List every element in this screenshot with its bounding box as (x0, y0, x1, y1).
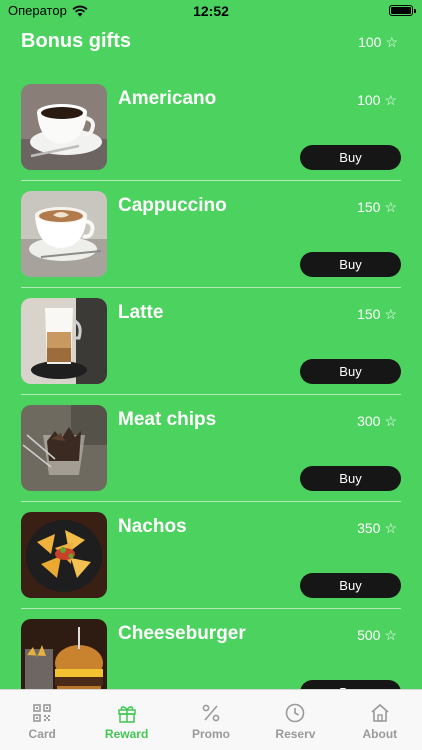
item-name: Meat chips (118, 409, 217, 430)
gift-item-nachos: Nachos 350 ☆ Buy (21, 512, 401, 619)
tab-reserv[interactable]: Reserv (253, 690, 337, 750)
tab-label: Promo (192, 727, 231, 741)
price-value: 500 (357, 627, 381, 643)
price-value: 350 (357, 520, 381, 536)
tab-label: About (362, 727, 398, 741)
buy-button-cappuccino[interactable]: Buy (300, 252, 401, 277)
star-icon: ☆ (384, 520, 397, 536)
home-icon (371, 703, 389, 722)
item-price: 350 ☆ (357, 520, 397, 536)
meat-chips-image (21, 405, 107, 491)
status-bar: Оператор 12:52 (0, 0, 422, 22)
tab-label: Card (28, 727, 56, 741)
price-value: 150 (357, 306, 381, 322)
latte-image (21, 298, 107, 384)
star-icon: ☆ (384, 413, 397, 429)
divider (21, 287, 401, 288)
buy-button-meat-chips[interactable]: Buy (300, 466, 401, 491)
item-price: 300 ☆ (357, 413, 397, 429)
buy-button-nachos[interactable]: Buy (300, 573, 401, 598)
tab-promo[interactable]: Promo (169, 690, 253, 750)
item-name: Americano (118, 88, 217, 109)
tab-about[interactable]: About (338, 690, 422, 750)
page-title: Bonus gifts (21, 30, 131, 52)
gift-list: Americano 100 ☆ Buy Cappuccino 150 ☆ Buy… (21, 84, 401, 726)
star-icon: ☆ (384, 92, 397, 108)
star-icon: ☆ (384, 306, 397, 322)
points-balance: 100 ☆ (358, 34, 398, 50)
gift-icon (117, 706, 136, 723)
clock-icon (286, 703, 305, 723)
price-value: 100 (357, 92, 381, 108)
cappuccino-image (21, 191, 107, 277)
item-name: Nachos (118, 516, 187, 537)
battery-icon (389, 5, 416, 16)
star-icon: ☆ (384, 627, 397, 643)
tab-bar: Card Reward Promo Reserv About (0, 689, 422, 750)
gift-item-cappuccino: Cappuccino 150 ☆ Buy (21, 191, 401, 298)
price-value: 300 (357, 413, 381, 429)
nachos-image (21, 512, 107, 598)
buy-button-latte[interactable]: Buy (300, 359, 401, 384)
divider (21, 180, 401, 181)
item-price: 150 ☆ (357, 306, 397, 322)
buy-button-americano[interactable]: Buy (300, 145, 401, 170)
tab-label: Reserv (275, 727, 316, 741)
price-value: 150 (357, 199, 381, 215)
item-price: 500 ☆ (357, 627, 397, 643)
item-name: Cheeseburger (118, 623, 246, 644)
gift-item-latte: Latte 150 ☆ Buy (21, 298, 401, 405)
qr-code-icon (33, 704, 52, 722)
star-icon: ☆ (385, 34, 398, 50)
divider (21, 394, 401, 395)
points-value: 100 (358, 34, 382, 50)
divider (21, 608, 401, 609)
divider (21, 501, 401, 502)
americano-image (21, 84, 107, 170)
tab-card[interactable]: Card (0, 690, 84, 750)
star-icon: ☆ (384, 199, 397, 215)
item-price: 150 ☆ (357, 199, 397, 215)
status-time: 12:52 (193, 3, 229, 19)
item-price: 100 ☆ (357, 92, 397, 108)
gift-item-americano: Americano 100 ☆ Buy (21, 84, 401, 191)
gift-item-meat-chips: Meat chips 300 ☆ Buy (21, 405, 401, 512)
percent-icon (202, 704, 220, 722)
page-header: Bonus gifts 100 ☆ (21, 28, 401, 56)
item-name: Latte (118, 302, 164, 323)
tab-label: Reward (104, 727, 149, 741)
item-name: Cappuccino (118, 195, 227, 216)
tab-reward[interactable]: Reward (84, 690, 168, 750)
